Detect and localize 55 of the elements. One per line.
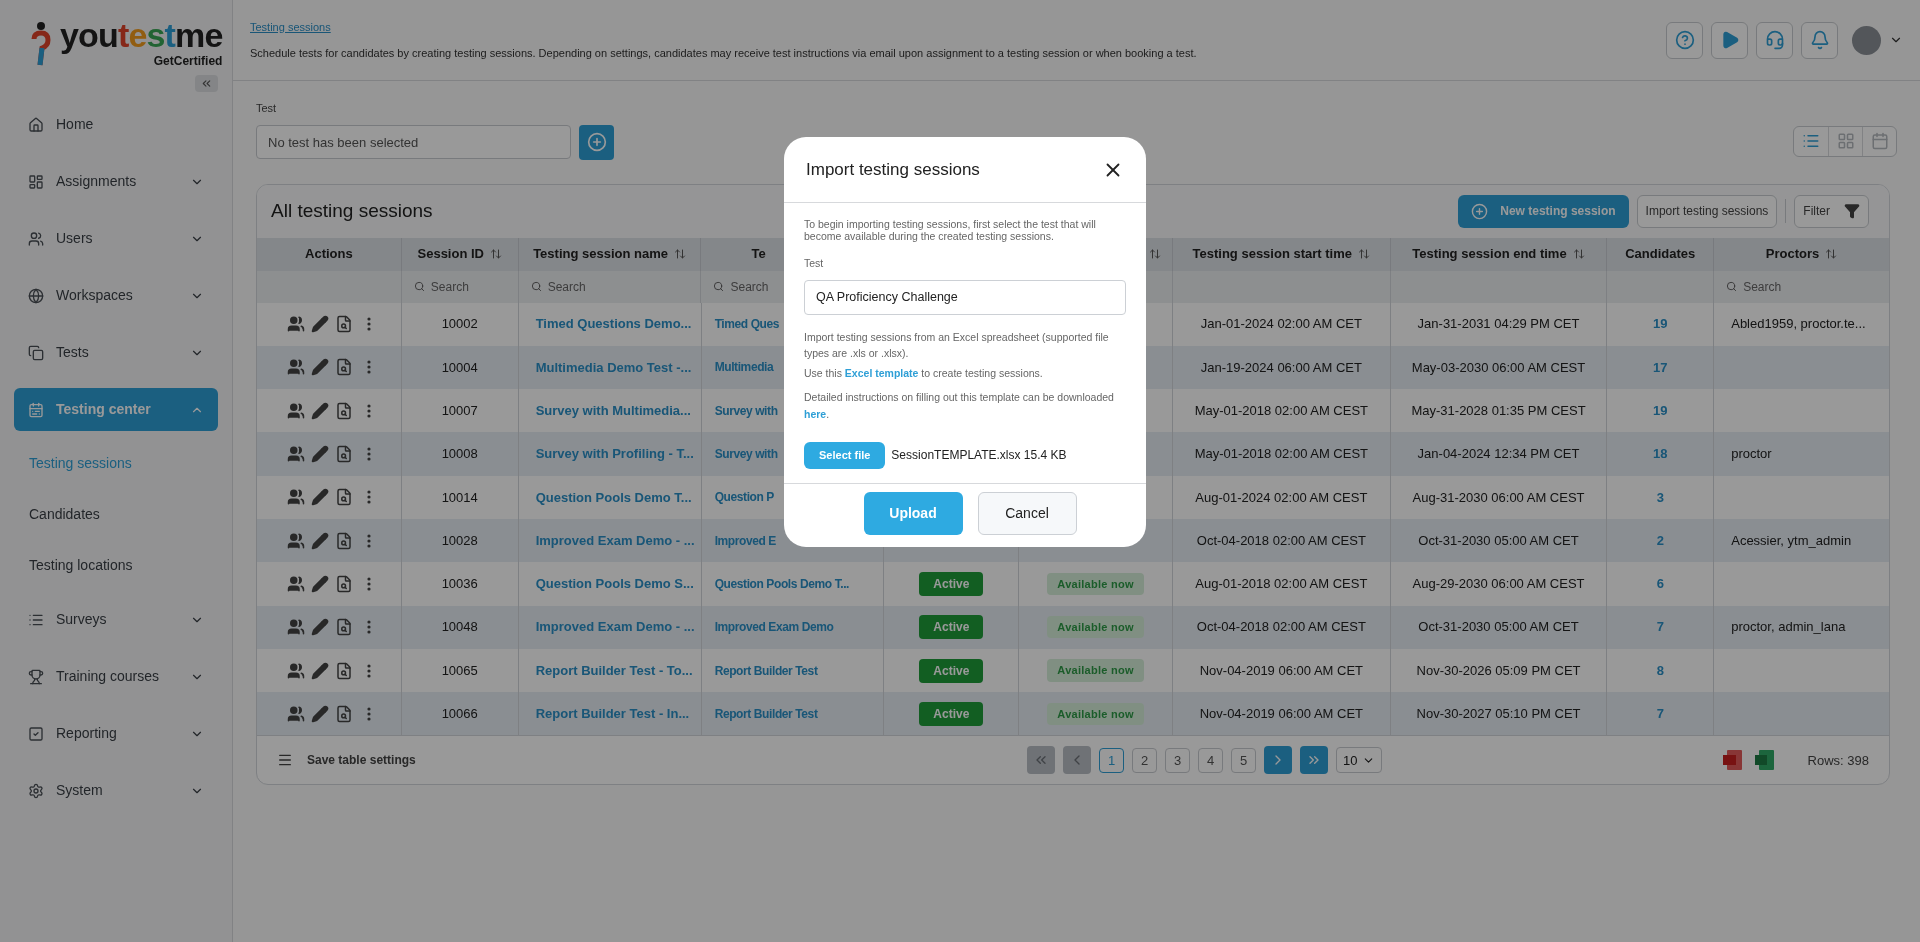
- table-cell-text: Aug-01-2024 02:00 AM CEST: [1195, 488, 1368, 507]
- table-cell-text: Jan-01-2024 02:00 AM CET: [1200, 315, 1362, 334]
- table-cell-text: Oct-31-2030 05:00 AM CET: [1418, 531, 1579, 550]
- logo-tagline: GetCertified: [153, 53, 223, 70]
- table-cell-text: 10002: [441, 315, 478, 334]
- table-cell-text: Abled1959, proctor.te...: [1731, 315, 1866, 334]
- dialog-intro: To begin importing testing sessions, first select the test that will become available during the created testing sessions.: [804, 218, 1097, 242]
- status-badge: Active: [919, 571, 984, 596]
- table-cell-text: Oct-31-2030 05:00 AM CET: [1418, 618, 1579, 637]
- table-cell-text: Nov-30-2026 05:09 PM CET: [1416, 661, 1581, 680]
- table-cell-text: Aug-31-2030 06:00 AM CEST: [1412, 488, 1585, 507]
- field-label: Test: [804, 256, 825, 271]
- status-badge: Active: [919, 658, 984, 683]
- table-cell-text: 10008: [441, 445, 478, 464]
- status-badge: Active: [919, 615, 984, 640]
- table-cell-text: 10028: [441, 531, 478, 550]
- table-cell-text: Nov-30-2027 05:10 PM CET: [1416, 705, 1581, 724]
- instructions-text: Detailed instructions on filling out this template can be downloaded here.: [804, 389, 1115, 422]
- status-badge: Active: [919, 701, 984, 726]
- table-cell-text: Oct-04-2018 02:00 AM CEST: [1196, 531, 1366, 550]
- supported-files-text: Import testing sessions from an Excel spreadsheet (supported file types are .xls or .xlsx).: [804, 329, 1110, 361]
- logo-text: youtestme: [60, 18, 223, 52]
- table-cell-text: 10007: [441, 402, 478, 420]
- table-cell-text: Jan-04-2024 12:34 PM CET: [1417, 445, 1580, 464]
- table-cell-text: 10065: [441, 661, 478, 680]
- availability-badge: Available now: [1047, 572, 1144, 596]
- dialog-title: Import testing sessions: [806, 158, 980, 181]
- table-cell-text: May-01-2018 02:00 AM CEST: [1194, 445, 1369, 464]
- availability-badge: Available now: [1047, 702, 1144, 726]
- table-cell-text: 10004: [441, 358, 478, 377]
- card-title: All testing sessions: [271, 198, 433, 223]
- template-text: Use this Excel template to create testing sessions.: [804, 365, 1044, 381]
- table-cell-text: May-03-2030 06:00 AM CEST: [1411, 358, 1586, 377]
- table-cell-text: Aug-29-2030 06:00 AM CEST: [1412, 575, 1585, 594]
- table-cell-text: May-01-2018 02:00 AM CEST: [1194, 402, 1369, 420]
- table-cell-text: Nov-04-2019 06:00 AM CET: [1199, 661, 1363, 680]
- table-cell-text: Jan-19-2024 06:00 AM CET: [1200, 358, 1362, 377]
- table-cell-text: proctor, admin_lana: [1731, 618, 1846, 637]
- file-name: SessionTEMPLATE.xlsx 15.4 KB: [891, 447, 1067, 464]
- table-cell-text: May-31-2028 01:35 PM CEST: [1411, 402, 1586, 420]
- table-cell-text: Aug-01-2018 02:00 AM CEST: [1195, 575, 1368, 594]
- availability-badge: Available now: [1047, 615, 1144, 639]
- page-description: Schedule tests for candidates by creating testing sessions. Depending on settings, candidates may receive test instructions via email upon assignment to a testing session or when booking a test.: [250, 46, 1198, 61]
- table-cell-text: 10048: [441, 618, 478, 637]
- table-cell-text: Jan-31-2031 04:29 PM CET: [1417, 315, 1580, 334]
- table-cell-text: proctor: [1731, 445, 1772, 464]
- row-count: Rows: 398: [1807, 751, 1869, 770]
- table-cell-text: 10036: [441, 575, 478, 594]
- table-cell-text: Acessier, ytm_admin: [1731, 531, 1852, 550]
- table-cell-text: Oct-04-2018 02:00 AM CEST: [1196, 618, 1366, 637]
- table-cell-text: 10014: [441, 488, 478, 507]
- availability-badge: Available now: [1047, 659, 1144, 682]
- table-cell-text: Nov-04-2019 06:00 AM CET: [1199, 705, 1363, 724]
- table-cell-text: 10066: [441, 705, 478, 724]
- field-label: Test: [256, 101, 278, 116]
